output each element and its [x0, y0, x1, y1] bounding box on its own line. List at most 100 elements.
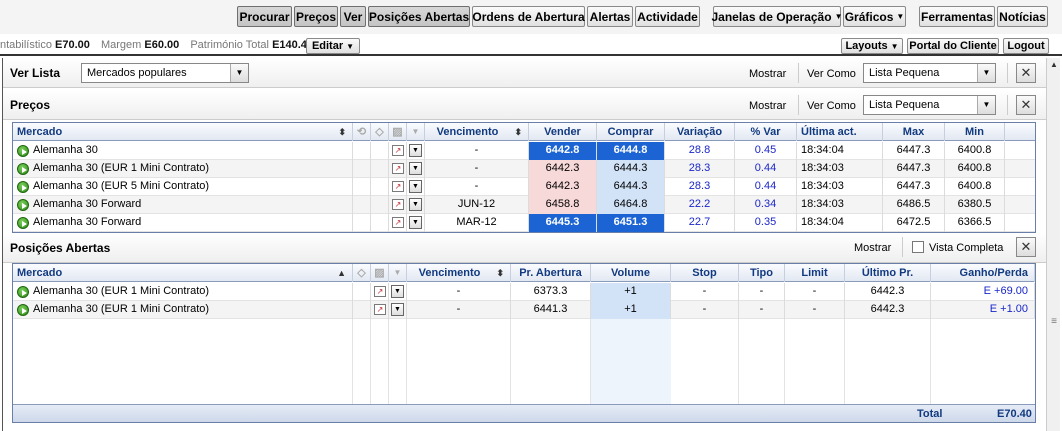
table-row[interactable]: Alemanha 30 (EUR 5 Mini Contrato) ↗ ▼ -6442…	[13, 178, 1035, 196]
market-name[interactable]: Alemanha 30 Forward	[13, 214, 353, 232]
chevron-down-icon[interactable]: ▼	[409, 198, 422, 211]
posicoes-abertas-button[interactable]: Posições Abertas	[368, 6, 470, 27]
market-name[interactable]: Alemanha 30	[13, 142, 353, 160]
actividade-button[interactable]: Actividade	[635, 6, 700, 27]
col-volume[interactable]: Volume	[591, 264, 671, 282]
chart-icon[interactable]: ↗	[374, 304, 386, 315]
play-icon[interactable]	[17, 304, 29, 316]
precos-button[interactable]: Preços	[294, 6, 338, 27]
refresh-icon[interactable]: ⟲	[353, 123, 371, 141]
vender-price[interactable]: 6458.8	[529, 196, 597, 214]
market-name[interactable]: Alemanha 30 Forward	[13, 196, 353, 214]
col-max[interactable]: Max	[883, 123, 945, 141]
col-comprar[interactable]: Comprar	[597, 123, 665, 141]
col-pvar[interactable]: % Var	[735, 123, 797, 141]
mostrar-link[interactable]: Mostrar	[854, 242, 891, 254]
chart-icon[interactable]: ▨	[389, 123, 407, 141]
chart-icon[interactable]: ↗	[392, 145, 404, 156]
scroll-grip-icon[interactable]: ≡	[1049, 316, 1059, 327]
table-row[interactable]: Alemanha 30 ↗ ▼ -6442.8 6444.8 28.8 0.45 18:34:…	[13, 142, 1035, 160]
chart-icon[interactable]: ↗	[392, 181, 404, 192]
col-ganho[interactable]: Ganho/Perda	[931, 264, 1035, 282]
chart-icon[interactable]: ↗	[392, 217, 404, 228]
chart-icon[interactable]: ↗	[374, 286, 386, 297]
chevron-down-icon[interactable]: ▼	[409, 216, 422, 229]
tag-icon[interactable]: ◇	[353, 264, 371, 282]
vender-price[interactable]: 6442.3	[529, 160, 597, 178]
vender-price[interactable]: 6445.3	[529, 214, 597, 232]
noticias-button[interactable]: Notícias	[997, 6, 1048, 27]
chevron-down-icon[interactable]: ▼	[391, 303, 404, 316]
col-mercado[interactable]: Mercado ▲	[13, 264, 353, 282]
procurar-button[interactable]: Procurar	[237, 6, 292, 27]
vender-price[interactable]: 6442.3	[529, 178, 597, 196]
graficos-menu[interactable]: Gráficos ▼	[843, 6, 906, 27]
chart-icon[interactable]: ↗	[392, 163, 404, 174]
comprar-price[interactable]: 6444.3	[597, 178, 665, 196]
col-vencimento[interactable]: Vencimento ⬍	[425, 123, 529, 141]
alertas-button[interactable]: Alertas	[587, 6, 633, 27]
col-ultima[interactable]: Última act.	[797, 123, 883, 141]
col-stop[interactable]: Stop	[671, 264, 739, 282]
vista-completa-checkbox[interactable]	[912, 241, 924, 253]
col-abertura[interactable]: Pr. Abertura	[511, 264, 591, 282]
table-row[interactable]: Alemanha 30 Forward ↗ ▼ JUN-12 6458.8 6464.8 2…	[13, 196, 1035, 214]
ordens-abertura-button[interactable]: Ordens de Abertura	[472, 6, 585, 27]
chevron-down-icon[interactable]: ▼	[230, 64, 248, 82]
market-name[interactable]: Alemanha 30 (EUR 1 Mini Contrato)	[13, 301, 353, 319]
comprar-price[interactable]: 6444.8	[597, 142, 665, 160]
market-name[interactable]: Alemanha 30 (EUR 5 Mini Contrato)	[13, 178, 353, 196]
market-name[interactable]: Alemanha 30 (EUR 1 Mini Contrato)	[13, 160, 353, 178]
comprar-price[interactable]: 6444.3	[597, 160, 665, 178]
col-vencimento[interactable]: Vencimento ⬍	[407, 264, 511, 282]
table-row[interactable]: Alemanha 30 (EUR 1 Mini Contrato) ↗ ▼ -6442…	[13, 160, 1035, 178]
chevron-down-icon[interactable]: ▼	[409, 180, 422, 193]
play-icon[interactable]	[17, 286, 29, 298]
col-mercado[interactable]: Mercado ⬍	[13, 123, 353, 141]
col-min[interactable]: Min	[945, 123, 1005, 141]
comprar-price[interactable]: 6451.3	[597, 214, 665, 232]
mostrar-link[interactable]: Mostrar	[749, 100, 786, 112]
chevron-down-icon[interactable]: ▼	[391, 285, 404, 298]
close-icon[interactable]: ✕	[1016, 95, 1036, 115]
ferramentas-button[interactable]: Ferramentas	[919, 6, 995, 27]
close-icon[interactable]: ✕	[1016, 63, 1036, 83]
ver-como-select[interactable]: Lista Pequena ▼	[863, 95, 996, 115]
chevron-down-icon[interactable]: ▼	[977, 64, 995, 82]
play-icon[interactable]	[17, 181, 29, 193]
chart-icon[interactable]: ▨	[371, 264, 389, 282]
play-icon[interactable]	[17, 145, 29, 157]
mostrar-link[interactable]: Mostrar	[749, 68, 786, 80]
ver-como-select[interactable]: Lista Pequena ▼	[863, 63, 996, 83]
col-limit[interactable]: Limit	[785, 264, 845, 282]
layouts-menu[interactable]: Layouts ▼	[841, 38, 903, 54]
col-vender[interactable]: Vender	[529, 123, 597, 141]
comprar-price[interactable]: 6464.8	[597, 196, 665, 214]
col-variacao[interactable]: Variação	[665, 123, 735, 141]
logout-button[interactable]: Logout	[1003, 38, 1049, 54]
portal-cliente-button[interactable]: Portal do Cliente	[907, 38, 999, 54]
chevron-down-icon[interactable]: ▼	[407, 123, 425, 141]
col-ultimo[interactable]: Último Pr.	[845, 264, 931, 282]
janelas-operacao-menu[interactable]: Janelas de Operação ▼	[712, 6, 843, 27]
editar-menu[interactable]: Editar ▼	[306, 38, 360, 54]
chevron-down-icon[interactable]: ▼	[389, 264, 407, 282]
table-row[interactable]: Alemanha 30 (EUR 1 Mini Contrato) ↗ ▼ -6373…	[13, 283, 1035, 301]
chevron-down-icon[interactable]: ▼	[977, 96, 995, 114]
ver-button[interactable]: Ver	[340, 6, 366, 27]
table-row[interactable]: Alemanha 30 (EUR 1 Mini Contrato) ↗ ▼ -6441…	[13, 301, 1035, 319]
vender-price[interactable]: 6442.8	[529, 142, 597, 160]
chevron-down-icon[interactable]: ▼	[409, 144, 422, 157]
ver-lista-select[interactable]: Mercados populares ▼	[81, 63, 249, 83]
vertical-scrollbar[interactable]: ▲ ≡	[1046, 58, 1060, 431]
play-icon[interactable]	[17, 163, 29, 175]
market-name[interactable]: Alemanha 30 (EUR 1 Mini Contrato)	[13, 283, 353, 301]
chevron-down-icon[interactable]: ▼	[409, 162, 422, 175]
tag-icon[interactable]: ◇	[371, 123, 389, 141]
play-icon[interactable]	[17, 199, 29, 211]
col-tipo[interactable]: Tipo	[739, 264, 785, 282]
close-icon[interactable]: ✕	[1016, 237, 1036, 257]
chart-icon[interactable]: ↗	[392, 199, 404, 210]
play-icon[interactable]	[17, 217, 29, 229]
table-row[interactable]: Alemanha 30 Forward ↗ ▼ MAR-12 6445.3 6451.3 2…	[13, 214, 1035, 232]
